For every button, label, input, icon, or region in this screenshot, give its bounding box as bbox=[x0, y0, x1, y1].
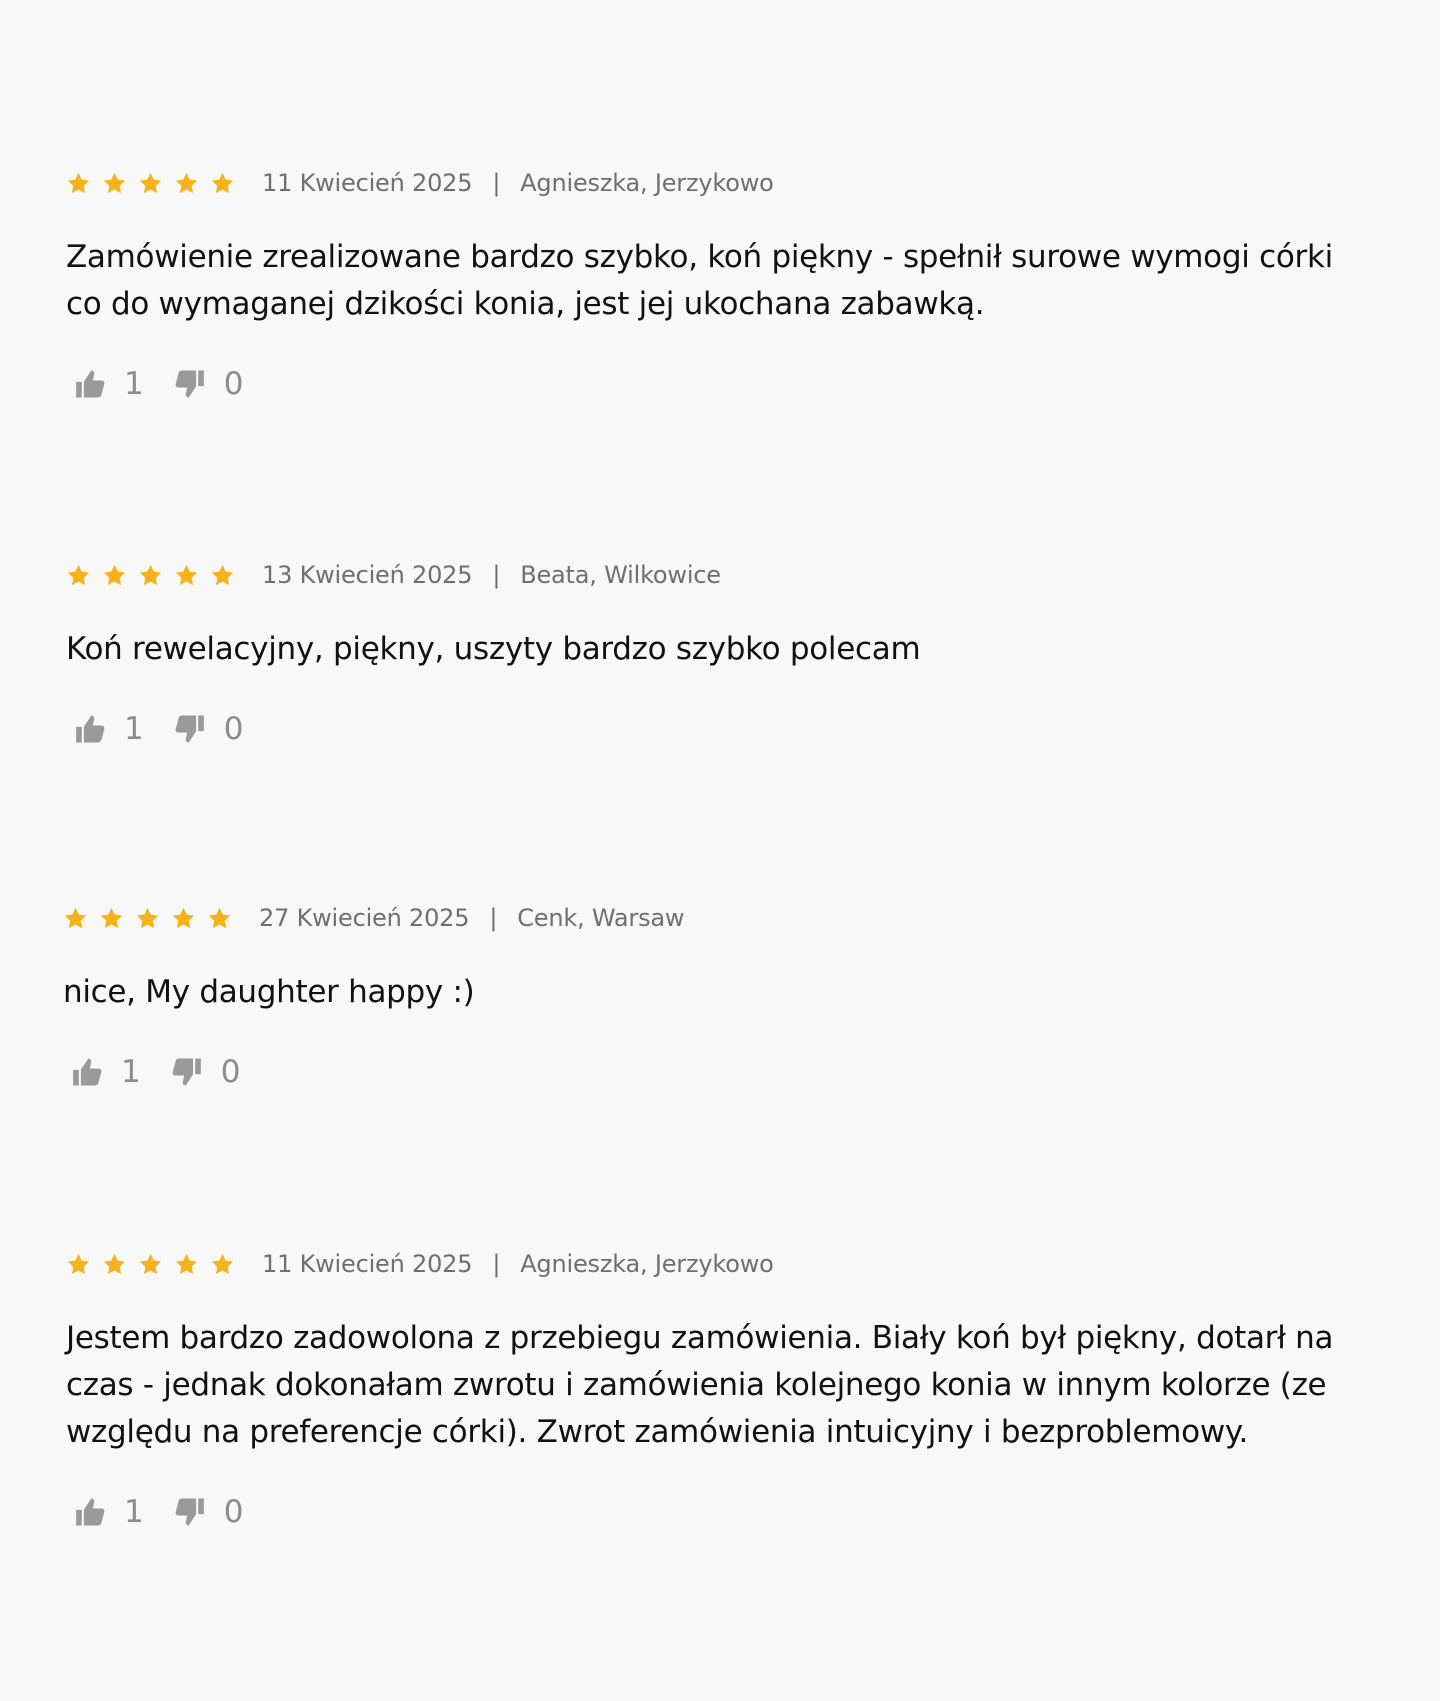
star-rating bbox=[66, 563, 235, 588]
meta-separator: | bbox=[492, 1250, 501, 1278]
star-icon bbox=[136, 907, 159, 928]
like-count: 1 bbox=[124, 366, 144, 402]
thumbs-down-icon bbox=[175, 715, 204, 743]
thumbs-up-icon bbox=[76, 1498, 105, 1526]
review-text: Zamówienie zrealizowane bardzo szybko, k… bbox=[66, 239, 1333, 322]
review-date: 11 Kwiecień 2025 bbox=[262, 1250, 473, 1278]
review-author: Beata, Wilkowice bbox=[520, 561, 721, 589]
thumbs-down-icon bbox=[175, 370, 204, 398]
star-icon bbox=[139, 564, 162, 585]
meta-separator: | bbox=[492, 561, 501, 589]
like-button[interactable]: 1 bbox=[66, 366, 164, 402]
dislike-count: 0 bbox=[223, 1494, 244, 1530]
star-icon bbox=[211, 564, 234, 585]
review-votes: 1 0 bbox=[66, 364, 1366, 404]
star-rating bbox=[63, 906, 232, 931]
dislike-button[interactable]: 0 bbox=[164, 1494, 244, 1530]
review-text: Koń rewelacyjny, piękny, uszyty bardzo s… bbox=[66, 631, 921, 667]
star-rating bbox=[66, 1252, 235, 1277]
review-meta: 13 Kwiecień 2025 | Beata, Wilkowice bbox=[66, 560, 1366, 590]
dislike-count: 0 bbox=[223, 711, 244, 747]
review-text: Jestem bardzo zadowolona z przebiegu zam… bbox=[66, 1320, 1334, 1450]
star-icon bbox=[175, 172, 198, 193]
star-icon bbox=[208, 907, 231, 928]
review-meta: 27 Kwiecień 2025 | Cenk, Warsaw bbox=[63, 903, 1363, 933]
like-count: 1 bbox=[124, 711, 144, 747]
review-item: 27 Kwiecień 2025 | Cenk, Warsaw nice, My… bbox=[63, 903, 1363, 1092]
thumbs-up-icon bbox=[73, 1058, 102, 1086]
star-icon bbox=[139, 172, 162, 193]
thumbs-up-icon bbox=[76, 370, 105, 398]
review-author: Agnieszka, Jerzykowo bbox=[520, 1250, 774, 1278]
review-text: nice, My daughter happy :) bbox=[63, 974, 475, 1010]
star-icon bbox=[67, 172, 90, 193]
dislike-button[interactable]: 0 bbox=[161, 1054, 241, 1090]
review-votes: 1 0 bbox=[66, 1492, 1366, 1532]
thumbs-down-icon bbox=[172, 1058, 201, 1086]
review-votes: 1 0 bbox=[66, 709, 1366, 749]
dislike-button[interactable]: 0 bbox=[164, 366, 244, 402]
star-icon bbox=[211, 1253, 234, 1274]
star-icon bbox=[67, 564, 90, 585]
review-votes: 1 0 bbox=[63, 1052, 1363, 1092]
review-author: Cenk, Warsaw bbox=[517, 904, 685, 932]
like-count: 1 bbox=[121, 1054, 141, 1090]
meta-separator: | bbox=[489, 904, 498, 932]
thumbs-down-icon bbox=[175, 1498, 204, 1526]
review-meta: 11 Kwiecień 2025 | Agnieszka, Jerzykowo bbox=[66, 168, 1366, 198]
review-item: 11 Kwiecień 2025 | Agnieszka, Jerzykowo … bbox=[66, 1249, 1366, 1532]
thumbs-up-icon bbox=[76, 715, 105, 743]
star-icon bbox=[103, 564, 126, 585]
meta-separator: | bbox=[492, 169, 501, 197]
review-date: 13 Kwiecień 2025 bbox=[262, 561, 473, 589]
star-icon bbox=[139, 1253, 162, 1274]
star-icon bbox=[211, 172, 234, 193]
dislike-count: 0 bbox=[220, 1054, 241, 1090]
like-count: 1 bbox=[124, 1494, 144, 1530]
review-item: 13 Kwiecień 2025 | Beata, Wilkowice Koń … bbox=[66, 560, 1366, 749]
star-icon bbox=[175, 1253, 198, 1274]
star-icon bbox=[64, 907, 87, 928]
review-meta: 11 Kwiecień 2025 | Agnieszka, Jerzykowo bbox=[66, 1249, 1366, 1279]
review-date: 27 Kwiecień 2025 bbox=[259, 904, 470, 932]
review-date: 11 Kwiecień 2025 bbox=[262, 169, 473, 197]
dislike-count: 0 bbox=[223, 366, 244, 402]
like-button[interactable]: 1 bbox=[66, 1494, 164, 1530]
review-author: Agnieszka, Jerzykowo bbox=[520, 169, 774, 197]
review-item: 11 Kwiecień 2025 | Agnieszka, Jerzykowo … bbox=[66, 168, 1366, 404]
star-icon bbox=[172, 907, 195, 928]
like-button[interactable]: 1 bbox=[63, 1054, 161, 1090]
star-icon bbox=[67, 1253, 90, 1274]
star-icon bbox=[103, 1253, 126, 1274]
dislike-button[interactable]: 0 bbox=[164, 711, 244, 747]
star-icon bbox=[100, 907, 123, 928]
star-icon bbox=[103, 172, 126, 193]
star-icon bbox=[175, 564, 198, 585]
star-rating bbox=[66, 171, 235, 196]
like-button[interactable]: 1 bbox=[66, 711, 164, 747]
